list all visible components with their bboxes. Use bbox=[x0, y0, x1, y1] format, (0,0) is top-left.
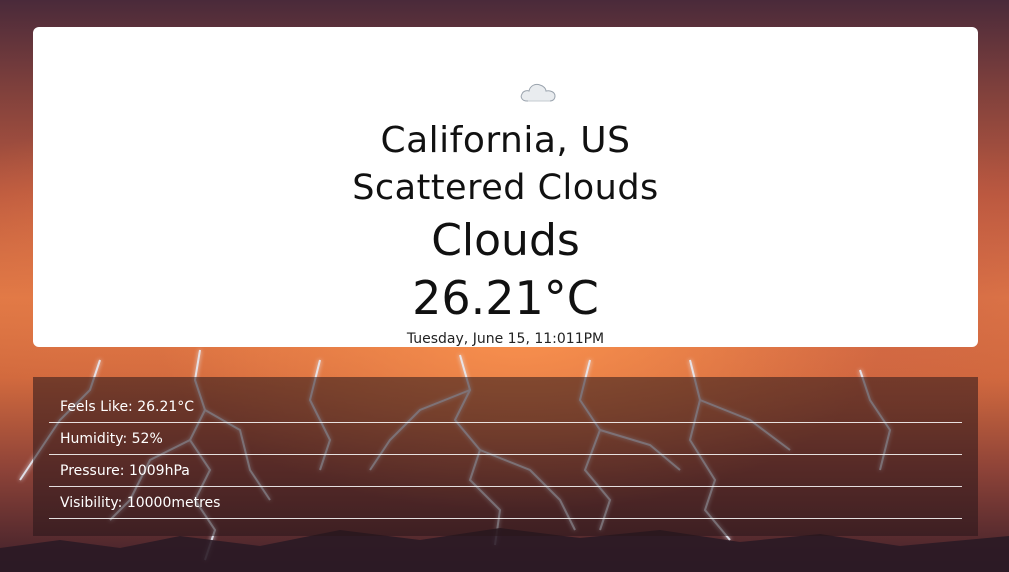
cloud-icon bbox=[520, 83, 556, 102]
weather-condition: Clouds bbox=[431, 215, 580, 266]
weather-details-panel: Feels Like: 26.21°C Humidity: 52% Pressu… bbox=[33, 377, 978, 536]
visibility-row: Visibility: 10000metres bbox=[49, 488, 962, 519]
feels-like-row: Feels Like: 26.21°C bbox=[49, 392, 962, 423]
humidity-row: Humidity: 52% bbox=[49, 424, 962, 455]
pressure-row: Pressure: 1009hPa bbox=[49, 456, 962, 487]
weather-card: California, US Scattered Clouds Clouds 2… bbox=[33, 27, 978, 347]
temperature: 26.21°C bbox=[412, 271, 599, 325]
date-time: Tuesday, June 15, 11:011PM bbox=[406, 331, 605, 347]
location-name: California, US bbox=[380, 120, 631, 161]
weather-description: Scattered Clouds bbox=[352, 168, 659, 208]
